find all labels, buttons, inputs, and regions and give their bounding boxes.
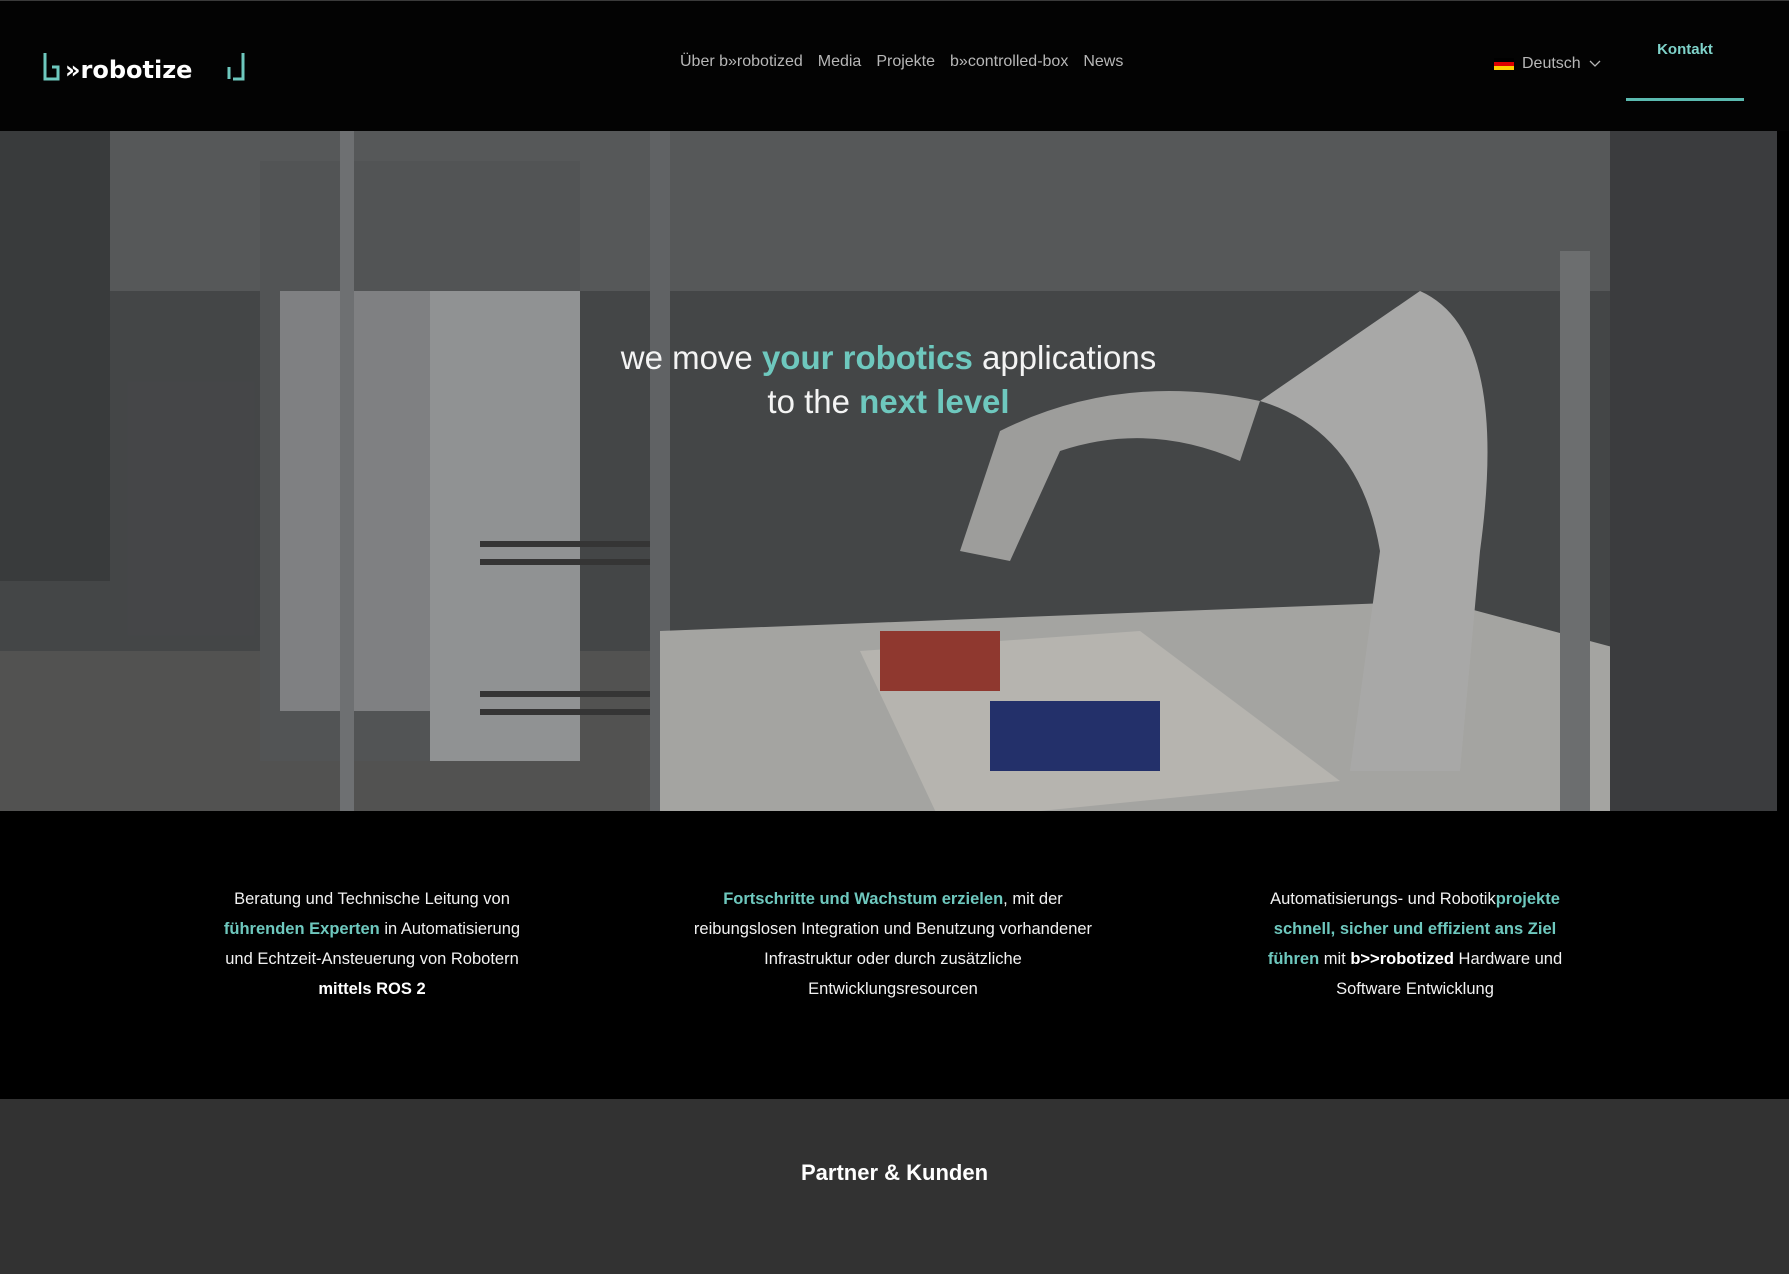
- feature-highlight: führenden Experten: [223, 920, 380, 938]
- nav-news[interactable]: News: [1083, 53, 1123, 71]
- site-header: »robotize Über b»robotized Media Projekt…: [0, 1, 1789, 131]
- hero-accent: your robotics: [761, 339, 973, 376]
- hero-line-1: we move your robotics applications: [0, 336, 1777, 380]
- chevron-down-icon: [1589, 60, 1601, 67]
- nav-projects[interactable]: Projekte: [876, 53, 935, 71]
- hero-line-2: to the next level: [0, 380, 1777, 424]
- partners-section: Partner & Kunden: [0, 1099, 1789, 1274]
- logo[interactable]: »robotize: [43, 51, 248, 87]
- feature-consulting: Beratung und Technische Leitung von führ…: [212, 884, 532, 1004]
- language-selector[interactable]: Deutsch: [1494, 55, 1601, 73]
- svg-text:»robotize: »robotize: [65, 56, 192, 84]
- hero-accent: next level: [859, 383, 1010, 420]
- feature-text: Beratung und Technische Leitung von: [234, 890, 510, 908]
- logo-mark: »robotize: [43, 53, 245, 84]
- hero-headline: we move your robotics applications to th…: [0, 336, 1777, 424]
- feature-text: mit: [1319, 950, 1351, 968]
- feature-text: Automatisierungs- und Robotik: [1270, 890, 1496, 908]
- german-flag-icon: [1494, 57, 1514, 71]
- feature-projects: Automatisierungs- und Robotikprojekte sc…: [1255, 884, 1575, 1004]
- contact-button[interactable]: Kontakt: [1626, 1, 1744, 101]
- nav-media[interactable]: Media: [818, 53, 862, 71]
- main-nav: Über b»robotized Media Projekte b»contro…: [680, 53, 1123, 71]
- nav-about[interactable]: Über b»robotized: [680, 53, 803, 71]
- language-label: Deutsch: [1522, 55, 1581, 72]
- feature-highlight: Fortschritte und Wachstum erzielen: [723, 890, 1004, 908]
- hero-dim-overlay: [0, 131, 1777, 811]
- feature-growth: Fortschritte und Wachstum erzielen, mit …: [688, 884, 1098, 1004]
- features-section: Beratung und Technische Leitung von führ…: [0, 811, 1789, 1099]
- feature-emphasis: mittels ROS 2: [318, 980, 426, 998]
- hero-text: we move: [620, 339, 762, 376]
- feature-emphasis: b>>robotized: [1350, 950, 1454, 968]
- hero-text: applications: [972, 339, 1157, 376]
- nav-controlled-box[interactable]: b»controlled-box: [950, 53, 1068, 71]
- hero-text: to the: [767, 383, 860, 420]
- hero-section: we move your robotics applications to th…: [0, 131, 1777, 811]
- partners-title: Partner & Kunden: [800, 1160, 989, 1185]
